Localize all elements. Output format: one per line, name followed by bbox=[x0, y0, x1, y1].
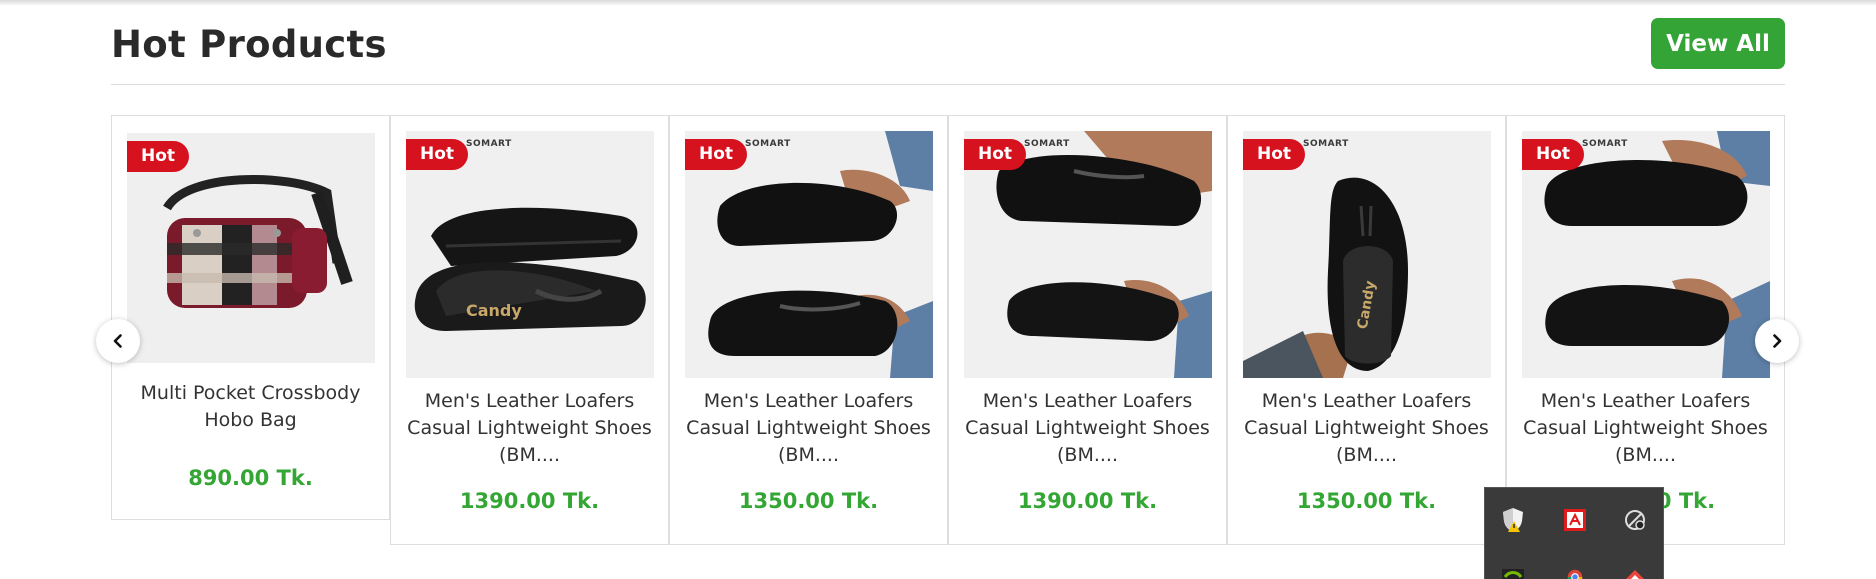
product-price: 1350.00 Tk. bbox=[1296, 489, 1437, 513]
product-card[interactable]: Hot SOMART Men's Leather Loafers Casual … bbox=[669, 115, 948, 545]
product-card[interactable]: Hot SOMART Men's Leather Loafers Casual … bbox=[948, 115, 1227, 545]
adobe-acrobat-icon[interactable] bbox=[1562, 507, 1588, 533]
product-card[interactable]: Hot SOMART Men's Leather Loafers Casual … bbox=[1506, 115, 1785, 545]
product-name[interactable]: Men's Leather Loafers Casual Lightweight… bbox=[959, 388, 1216, 469]
brand-watermark: SOMART bbox=[466, 139, 512, 149]
product-image[interactable]: Hot SOMART bbox=[1522, 131, 1770, 378]
product-image[interactable]: Candy Hot SOMART bbox=[406, 131, 654, 378]
brand-watermark: SOMART bbox=[745, 139, 791, 149]
carousel-prev-button[interactable] bbox=[96, 319, 140, 363]
section-title: Hot Products bbox=[111, 23, 387, 66]
product-card[interactable]: Hot Multi Pocket Crossbody Hobo Bag 890.… bbox=[111, 115, 390, 520]
product-card[interactable]: Candy Hot SOMART Men's Leather Loafers C… bbox=[390, 115, 669, 545]
product-image[interactable]: Candy Hot SOMART bbox=[1243, 131, 1491, 378]
product-name[interactable]: Men's Leather Loafers Casual Lightweight… bbox=[1238, 388, 1495, 469]
product-image[interactable]: Hot SOMART bbox=[964, 131, 1212, 378]
system-tray-overflow bbox=[1484, 487, 1664, 579]
hot-badge: Hot bbox=[685, 139, 748, 170]
carousel-next-button[interactable] bbox=[1755, 319, 1799, 363]
product-name[interactable]: Multi Pocket Crossbody Hobo Bag bbox=[122, 380, 379, 434]
product-card[interactable]: Candy Hot SOMART Men's Leather Loafers C… bbox=[1227, 115, 1506, 545]
hot-badge: Hot bbox=[127, 141, 190, 172]
anydesk-icon[interactable] bbox=[1622, 564, 1648, 579]
product-carousel: Hot Multi Pocket Crossbody Hobo Bag 890.… bbox=[111, 115, 1785, 545]
top-shadow bbox=[0, 0, 1876, 6]
product-price: 890.00 Tk. bbox=[188, 466, 313, 490]
hot-badge: Hot bbox=[1522, 139, 1585, 170]
product-name[interactable]: Men's Leather Loafers Casual Lightweight… bbox=[680, 388, 937, 469]
product-name[interactable]: Men's Leather Loafers Casual Lightweight… bbox=[1517, 388, 1774, 469]
chrome-icon[interactable] bbox=[1562, 564, 1588, 579]
brand-watermark: SOMART bbox=[1303, 139, 1349, 149]
hot-badge: Hot bbox=[1243, 139, 1306, 170]
product-image[interactable]: Hot bbox=[127, 133, 375, 363]
svg-text:Candy: Candy bbox=[466, 301, 522, 320]
hot-badge: Hot bbox=[406, 139, 469, 170]
view-all-button[interactable]: View All bbox=[1651, 18, 1785, 69]
product-image[interactable]: Hot SOMART bbox=[685, 131, 933, 378]
hot-badge: Hot bbox=[964, 139, 1027, 170]
chevron-right-icon bbox=[1773, 334, 1782, 348]
network-icon[interactable] bbox=[1622, 507, 1648, 533]
brand-watermark: SOMART bbox=[1582, 139, 1628, 149]
product-price: 1390.00 Tk. bbox=[1017, 489, 1158, 513]
nvidia-icon[interactable] bbox=[1500, 564, 1526, 579]
chevron-left-icon bbox=[113, 334, 122, 348]
brand-watermark: SOMART bbox=[1024, 139, 1070, 149]
section-header: Hot Products View All bbox=[111, 18, 1785, 85]
product-price: 1390.00 Tk. bbox=[459, 489, 600, 513]
product-name[interactable]: Men's Leather Loafers Casual Lightweight… bbox=[401, 388, 658, 469]
security-shield-icon[interactable] bbox=[1500, 507, 1526, 533]
product-price: 1350.00 Tk. bbox=[738, 489, 879, 513]
